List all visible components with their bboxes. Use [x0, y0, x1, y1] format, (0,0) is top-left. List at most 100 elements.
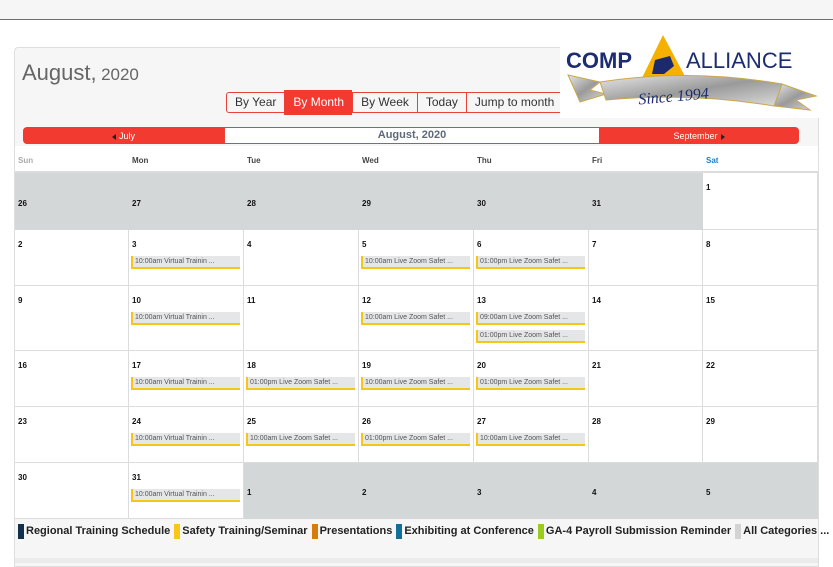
day-cell[interactable]: 1: [244, 463, 359, 519]
day-number: 29: [706, 417, 715, 426]
calendar-event[interactable]: 01:00pm Live Zoom Safet ...: [476, 377, 585, 390]
day-cell[interactable]: 2: [15, 230, 129, 286]
day-number: 26: [18, 199, 27, 208]
day-cell[interactable]: 8: [703, 230, 818, 286]
day-number: 15: [706, 296, 715, 305]
day-number: 28: [592, 417, 601, 426]
day-cell[interactable]: 21: [589, 351, 703, 407]
day-number: 2: [362, 488, 367, 497]
legend-item[interactable]: GA-4 Payroll Submission Reminder: [537, 523, 732, 539]
day-cell[interactable]: 27: [129, 173, 244, 230]
day-cell[interactable]: 30: [474, 173, 589, 230]
day-cell[interactable]: 7: [589, 230, 703, 286]
weekday-sat: Sat: [706, 156, 719, 165]
day-number: 14: [592, 296, 601, 305]
day-cell[interactable]: 3 10:00am Virtual Trainin ...: [129, 230, 244, 286]
day-cell[interactable]: 27 10:00am Live Zoom Safet ...: [474, 407, 589, 463]
calendar-event[interactable]: 01:00pm Live Zoom Safet ...: [476, 330, 585, 343]
day-cell[interactable]: 31 10:00am Virtual Trainin ...: [129, 463, 244, 519]
category-legend: Regional Training Schedule Safety Trainin…: [18, 523, 833, 539]
calendar-event[interactable]: 01:00pm Live Zoom Safet ...: [361, 433, 470, 446]
calendar-event[interactable]: 10:00am Live Zoom Safet ...: [476, 433, 585, 446]
day-cell[interactable]: 5: [703, 463, 818, 519]
day-cell[interactable]: 28: [589, 407, 703, 463]
day-cell[interactable]: 28: [244, 173, 359, 230]
day-cell[interactable]: 30: [15, 463, 129, 519]
day-cell[interactable]: 13 09:00am Live Zoom Safet ... 01:00pm Liv…: [474, 286, 589, 351]
calendar-event[interactable]: 10:00am Virtual Trainin ...: [131, 256, 240, 269]
legend-swatch-icon: [537, 523, 544, 539]
legend-item[interactable]: Exhibiting at Conference: [396, 523, 534, 539]
day-number: 3: [477, 488, 482, 497]
caret-right-icon: [720, 133, 725, 140]
legend-label: Regional Training Schedule: [26, 525, 171, 537]
caret-left-icon: [111, 133, 116, 140]
legend-label: Presentations: [319, 525, 393, 537]
calendar-event[interactable]: 09:00am Live Zoom Safet ...: [476, 312, 585, 325]
day-number: 2: [18, 240, 23, 249]
calendar-event[interactable]: 10:00am Live Zoom Safet ...: [361, 256, 470, 269]
day-cell[interactable]: 31: [589, 173, 703, 230]
legend-item[interactable]: All Categories ...: [735, 523, 829, 539]
day-cell[interactable]: 9: [15, 286, 129, 351]
day-number: 27: [132, 199, 141, 208]
calendar-event[interactable]: 10:00am Live Zoom Safet ...: [361, 312, 470, 325]
day-number: 22: [706, 361, 715, 370]
day-cell[interactable]: 4: [244, 230, 359, 286]
day-number: 20: [477, 361, 486, 370]
legend-swatch-icon: [174, 523, 181, 539]
legend-label: Safety Training/Seminar: [182, 525, 308, 537]
day-cell[interactable]: 20 01:00pm Live Zoom Safet ...: [474, 351, 589, 407]
prev-month-button[interactable]: July: [23, 127, 224, 144]
day-cell[interactable]: 12 10:00am Live Zoom Safet ...: [359, 286, 474, 351]
day-number: 24: [132, 417, 141, 426]
day-cell[interactable]: 15: [703, 286, 818, 351]
calendar-event[interactable]: 10:00am Virtual Trainin ...: [131, 377, 240, 390]
legend-item[interactable]: Regional Training Schedule: [18, 523, 171, 539]
next-month-label: September: [673, 131, 718, 141]
day-cell[interactable]: 19 10:00am Live Zoom Safet ...: [359, 351, 474, 407]
calendar-event[interactable]: 10:00am Live Zoom Safet ...: [246, 433, 355, 446]
today-button[interactable]: Today: [416, 93, 466, 112]
day-cell[interactable]: 4: [589, 463, 703, 519]
day-cell[interactable]: 26 01:00pm Live Zoom Safet ...: [359, 407, 474, 463]
legend-swatch-icon: [18, 523, 24, 539]
by-year-button[interactable]: By Year: [227, 93, 284, 112]
by-month-button[interactable]: By Month: [284, 90, 353, 115]
day-cell[interactable]: 26: [15, 173, 129, 230]
day-cell[interactable]: 23: [15, 407, 129, 463]
legend-item[interactable]: Safety Training/Seminar: [174, 523, 308, 539]
calendar-event[interactable]: 10:00am Virtual Trainin ...: [131, 489, 240, 502]
day-cell[interactable]: 14: [589, 286, 703, 351]
day-cell[interactable]: 16: [15, 351, 129, 407]
day-cell[interactable]: 5 10:00am Live Zoom Safet ...: [359, 230, 474, 286]
title-year: 2020: [101, 65, 139, 84]
day-cell[interactable]: 17 10:00am Virtual Trainin ...: [129, 351, 244, 407]
day-cell[interactable]: 25 10:00am Live Zoom Safet ...: [244, 407, 359, 463]
day-cell[interactable]: 24 10:00am Virtual Trainin ...: [129, 407, 244, 463]
day-cell[interactable]: 3: [474, 463, 589, 519]
calendar-event[interactable]: 10:00am Virtual Trainin ...: [131, 312, 240, 325]
day-cell[interactable]: 22: [703, 351, 818, 407]
day-cell[interactable]: 11: [244, 286, 359, 351]
day-cell[interactable]: 18 01:00pm Live Zoom Safet ...: [244, 351, 359, 407]
day-cell[interactable]: 29: [703, 407, 818, 463]
calendar-event[interactable]: 10:00am Live Zoom Safet ...: [361, 377, 470, 390]
day-cell[interactable]: 6 01:00pm Live Zoom Safet ...: [474, 230, 589, 286]
calendar-event[interactable]: 10:00am Virtual Trainin ...: [131, 433, 240, 446]
day-cell[interactable]: 2: [359, 463, 474, 519]
next-month-button[interactable]: September: [599, 127, 799, 144]
day-cell[interactable]: 1: [703, 173, 818, 230]
calendar-event[interactable]: 01:00pm Live Zoom Safet ...: [246, 377, 355, 390]
day-number: 31: [592, 199, 601, 208]
jump-to-month-button[interactable]: Jump to month: [465, 93, 562, 112]
day-cell[interactable]: 10 10:00am Virtual Trainin ...: [129, 286, 244, 351]
day-number: 7: [592, 240, 597, 249]
legend-label: GA-4 Payroll Submission Reminder: [545, 525, 732, 537]
calendar-event[interactable]: 01:00pm Live Zoom Safet ...: [476, 256, 585, 269]
day-cell[interactable]: 29: [359, 173, 474, 230]
day-number: 29: [362, 199, 371, 208]
legend-item[interactable]: Presentations: [311, 523, 393, 539]
day-number: 19: [362, 361, 371, 370]
by-week-button[interactable]: By Week: [352, 93, 417, 112]
